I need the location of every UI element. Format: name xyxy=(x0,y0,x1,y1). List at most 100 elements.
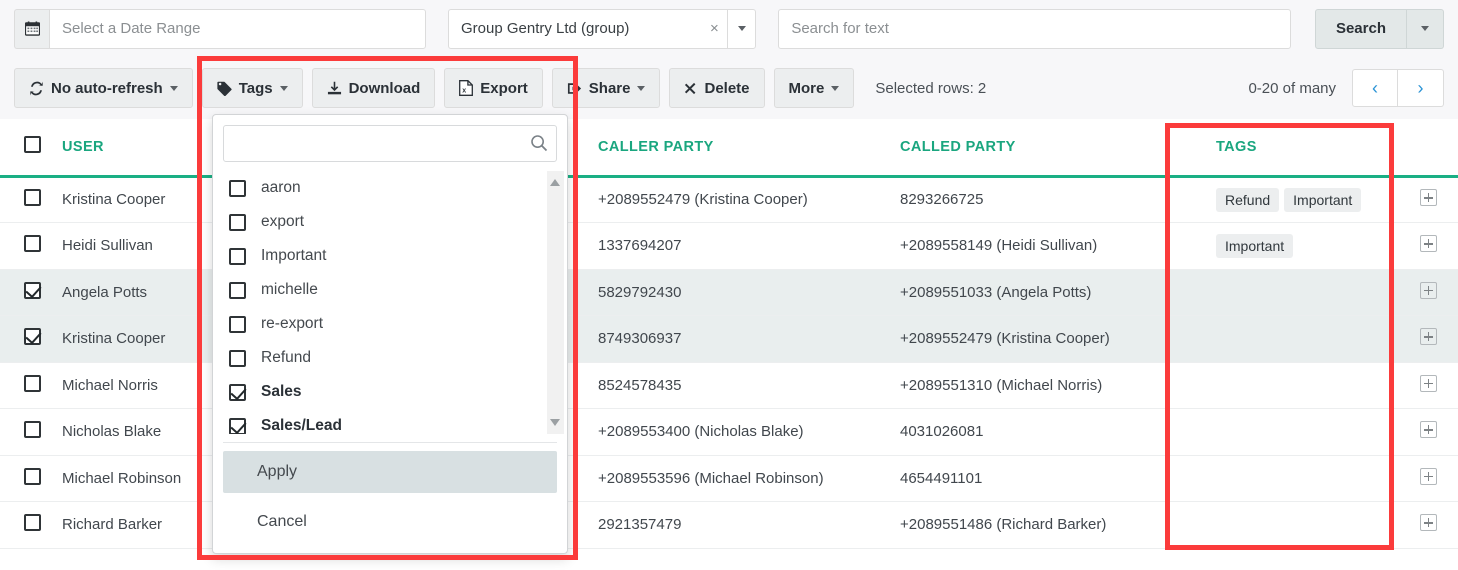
chevron-up-icon[interactable] xyxy=(550,179,560,186)
cell-caller-party: 1337694207 xyxy=(598,222,900,270)
tags-dropdown-panel[interactable]: aaron export Important michelle re-export Ref… xyxy=(212,114,568,554)
chevron-down-icon xyxy=(831,85,840,91)
tags-option-checkbox[interactable] xyxy=(229,179,246,197)
tag-badge[interactable]: Important xyxy=(1284,187,1362,212)
row-checkbox[interactable] xyxy=(24,514,41,532)
cell-called-party: 4031026081 xyxy=(900,408,1198,456)
row-select-cell[interactable] xyxy=(0,222,62,270)
expand-row-icon[interactable] xyxy=(1419,421,1437,439)
cell-expand[interactable] xyxy=(1398,455,1458,502)
tags-option-item[interactable]: re-export xyxy=(213,307,567,341)
calendar-icon xyxy=(24,21,40,36)
next-page-button[interactable]: › xyxy=(1398,69,1444,107)
action-toolbar: No auto-refresh Tags Download x Export S… xyxy=(0,57,1458,119)
row-select-cell[interactable] xyxy=(0,455,62,502)
tags-option-label: Important xyxy=(261,247,327,264)
tags-button[interactable]: Tags xyxy=(201,68,303,108)
more-button[interactable]: More xyxy=(773,68,855,108)
cell-caller-party: +2089553400 (Nicholas Blake) xyxy=(598,408,900,456)
row-checkbox[interactable] xyxy=(24,189,41,207)
chevron-down-icon xyxy=(1421,26,1429,31)
tags-option-checkbox[interactable] xyxy=(229,247,246,265)
tags-option-item[interactable]: export xyxy=(213,205,567,239)
row-checkbox[interactable] xyxy=(24,467,41,485)
row-select-cell[interactable] xyxy=(0,269,62,316)
calendar-button[interactable] xyxy=(14,8,49,49)
tags-option-item[interactable]: aaron xyxy=(213,171,567,205)
cancel-button[interactable]: Cancel xyxy=(223,501,557,543)
header-tags[interactable]: TAGS xyxy=(1198,119,1398,178)
cell-caller-party: 2921357479 xyxy=(598,501,900,549)
tags-option-checkbox[interactable] xyxy=(229,213,246,231)
spreadsheet-icon: x xyxy=(459,80,474,96)
apply-button[interactable]: Apply xyxy=(223,451,557,493)
row-checkbox[interactable] xyxy=(24,374,41,392)
clear-icon[interactable]: × xyxy=(701,21,727,36)
tags-list-scrollbar[interactable] xyxy=(547,171,564,434)
row-checkbox[interactable] xyxy=(24,328,41,346)
tags-option-item[interactable]: Important xyxy=(213,239,567,273)
tags-option-checkbox[interactable] xyxy=(229,349,246,367)
expand-row-icon[interactable] xyxy=(1419,235,1437,253)
row-select-cell[interactable] xyxy=(0,501,62,549)
cell-expand[interactable] xyxy=(1398,408,1458,456)
tags-option-item[interactable]: Refund xyxy=(213,341,567,375)
expand-row-icon[interactable] xyxy=(1419,189,1437,207)
search-options-caret[interactable] xyxy=(1407,8,1444,49)
tags-button-label: Tags xyxy=(238,79,273,97)
tags-option-checkbox[interactable] xyxy=(229,281,246,299)
tag-badge[interactable]: Refund xyxy=(1216,187,1280,212)
row-checkbox[interactable] xyxy=(24,281,41,299)
tags-option-item[interactable]: Sales/Lead xyxy=(213,409,567,434)
auto-refresh-button[interactable]: No auto-refresh xyxy=(14,68,193,108)
cell-expand[interactable] xyxy=(1398,222,1458,270)
tags-option-item[interactable]: Sales xyxy=(213,375,567,409)
expand-row-icon[interactable] xyxy=(1419,467,1437,485)
pagination-range: 0-20 of many xyxy=(1248,79,1336,97)
row-checkbox[interactable] xyxy=(24,235,41,253)
cell-expand[interactable] xyxy=(1398,176,1458,223)
tags-option-checkbox[interactable] xyxy=(229,383,246,401)
tag-badge[interactable]: Important xyxy=(1216,233,1294,258)
select-all-checkbox[interactable] xyxy=(24,136,41,154)
tags-option-checkbox[interactable] xyxy=(229,417,246,434)
header-called-party[interactable]: CALLED PARTY xyxy=(900,119,1198,178)
tags-search-input[interactable] xyxy=(223,125,557,162)
cell-tags xyxy=(1198,501,1398,549)
cell-user: Heidi Sullivan xyxy=(62,222,204,270)
tags-option-label: michelle xyxy=(261,281,318,298)
cell-expand[interactable] xyxy=(1398,315,1458,363)
cell-expand[interactable] xyxy=(1398,362,1458,409)
download-button[interactable]: Download xyxy=(311,68,436,108)
header-user[interactable]: USER xyxy=(62,119,204,178)
cell-tags xyxy=(1198,408,1398,456)
expand-row-icon[interactable] xyxy=(1419,514,1437,532)
select-all-header[interactable] xyxy=(0,119,62,178)
group-filter-caret[interactable] xyxy=(727,9,755,48)
search-input[interactable] xyxy=(778,8,1291,49)
cell-tags xyxy=(1198,269,1398,316)
row-checkbox[interactable] xyxy=(24,421,41,439)
chevron-down-icon[interactable] xyxy=(550,419,560,426)
expand-row-icon[interactable] xyxy=(1419,281,1437,299)
tags-option-item[interactable]: michelle xyxy=(213,273,567,307)
date-range-input[interactable] xyxy=(49,8,426,49)
header-caller-party[interactable]: CALLER PARTY xyxy=(598,119,900,178)
export-button[interactable]: x Export xyxy=(444,68,543,108)
previous-page-button[interactable]: ‹ xyxy=(1352,69,1398,107)
expand-row-icon[interactable] xyxy=(1419,374,1437,392)
tags-option-list[interactable]: aaron export Important michelle re-export Ref… xyxy=(213,171,567,434)
tags-option-checkbox[interactable] xyxy=(229,315,246,333)
chevron-down-icon xyxy=(737,26,746,31)
expand-row-icon[interactable] xyxy=(1419,328,1437,346)
cell-expand[interactable] xyxy=(1398,501,1458,549)
delete-button[interactable]: Delete xyxy=(669,68,765,108)
row-select-cell[interactable] xyxy=(0,315,62,363)
share-button[interactable]: Share xyxy=(551,68,661,108)
cell-expand[interactable] xyxy=(1398,269,1458,316)
search-button[interactable]: Search xyxy=(1314,8,1407,49)
row-select-cell[interactable] xyxy=(0,408,62,456)
group-filter-select[interactable]: Group Gentry Ltd (group) × xyxy=(448,8,757,49)
row-select-cell[interactable] xyxy=(0,176,62,223)
row-select-cell[interactable] xyxy=(0,362,62,409)
